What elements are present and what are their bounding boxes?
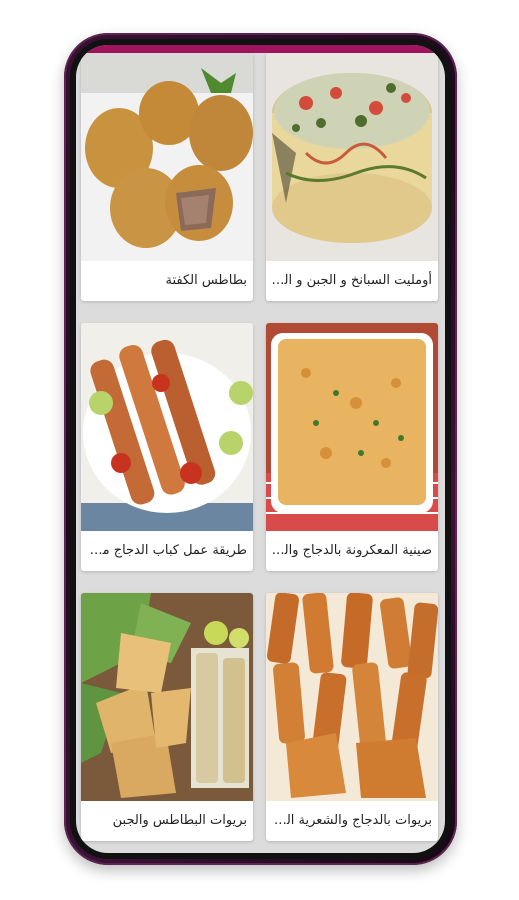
recipe-card[interactable]: بطاطس الكفتة [81, 53, 253, 301]
recipe-image [81, 323, 253, 531]
recipe-title: صينية المعكرونة بالدجاج والبشام... [270, 543, 432, 558]
recipe-title: بطاطس الكفتة [165, 273, 247, 288]
recipe-card[interactable]: أومليت السبانخ و الجبن و الطماطم [266, 53, 438, 301]
phone-frame: أومليت السبانخ و الجبن و الطماطم [64, 33, 457, 865]
recipe-title: بريوات بالدجاج والشعرية الصينية [270, 813, 432, 828]
recipe-card[interactable]: طريقة عمل كباب الدجاج مع الأرز... [81, 323, 253, 571]
recipe-image [81, 593, 253, 801]
recipe-image [266, 593, 438, 801]
recipe-title: طريقة عمل كباب الدجاج مع الأرز... [85, 543, 247, 558]
recipe-card[interactable]: بريوات بالدجاج والشعرية الصينية [266, 593, 438, 841]
recipe-image [266, 53, 438, 261]
recipe-card[interactable]: بريوات البطاطس والجبن [81, 593, 253, 841]
recipe-title: بريوات البطاطس والجبن [112, 813, 247, 828]
recipe-card[interactable]: صينية المعكرونة بالدجاج والبشام... [266, 323, 438, 571]
recipe-grid: أومليت السبانخ و الجبن و الطماطم [76, 45, 445, 853]
recipe-title: أومليت السبانخ و الجبن و الطماطم [270, 273, 432, 288]
recipe-image [81, 53, 253, 261]
app-screen: أومليت السبانخ و الجبن و الطماطم [76, 45, 445, 853]
recipe-image [266, 323, 438, 531]
